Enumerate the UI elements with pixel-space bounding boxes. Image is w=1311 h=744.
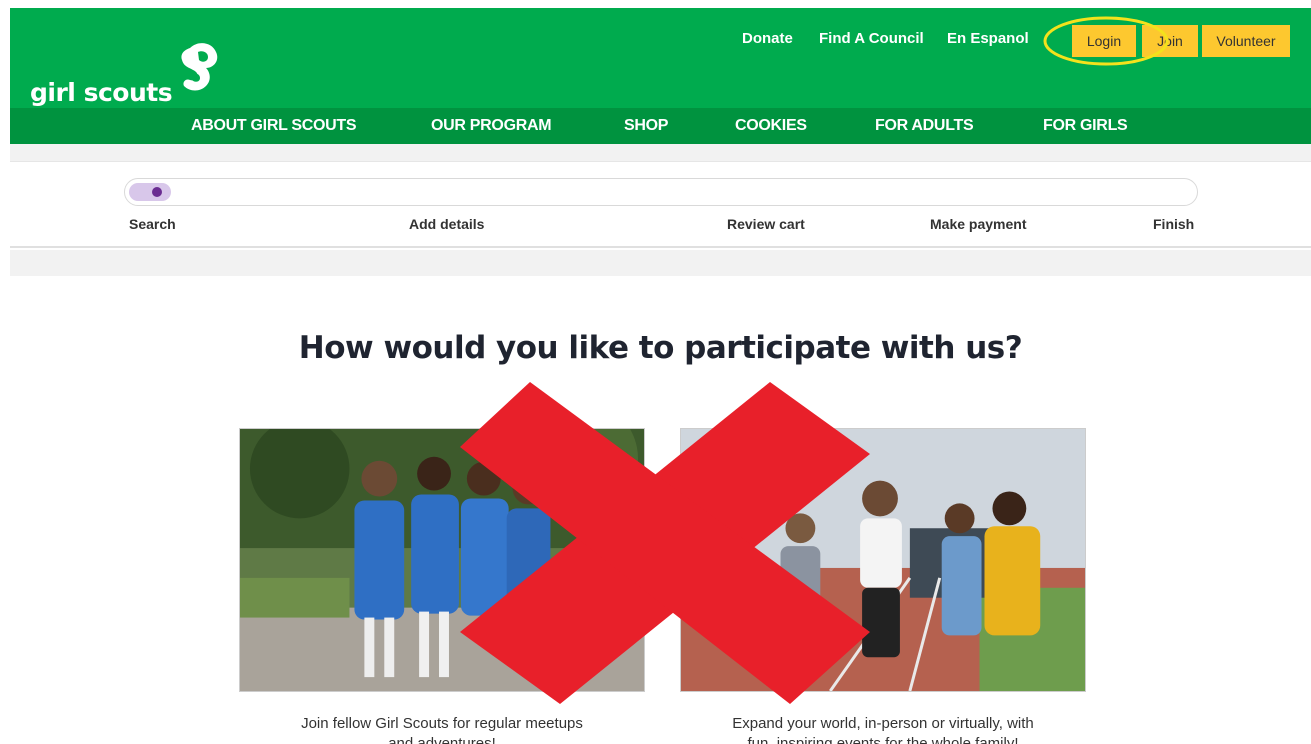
events-caption-line1: Expand your world, in-person or virtuall… bbox=[732, 715, 1034, 732]
events-option-image[interactable] bbox=[680, 428, 1086, 692]
trefoil-profile-icon bbox=[181, 43, 218, 91]
step-finish: Finish bbox=[1153, 216, 1195, 232]
step-search: Search bbox=[129, 216, 176, 232]
volunteer-button[interactable]: Volunteer bbox=[1202, 25, 1290, 57]
events-option-caption: Expand your world, in-person or virtuall… bbox=[673, 714, 1093, 744]
progress-bar bbox=[124, 178, 1198, 206]
site-header: girl scouts Donate Find A Council En Esp… bbox=[10, 8, 1311, 108]
logo-text: girl scouts bbox=[30, 78, 173, 107]
login-button[interactable]: Login bbox=[1072, 25, 1136, 57]
troop-option-image[interactable] bbox=[239, 428, 645, 692]
donate-link[interactable]: Donate bbox=[742, 30, 793, 47]
main-nav: ABOUT GIRL SCOUTS OUR PROGRAM SHOP COOKI… bbox=[10, 108, 1311, 144]
troop-caption-line1: Join fellow Girl Scouts for regular meet… bbox=[301, 715, 583, 732]
troop-option-caption: Join fellow Girl Scouts for regular meet… bbox=[232, 714, 652, 744]
en-espanol-link[interactable]: En Espanol bbox=[947, 30, 1029, 47]
find-council-link[interactable]: Find A Council bbox=[819, 30, 924, 47]
progress-fill bbox=[129, 183, 171, 201]
nav-about-girl-scouts[interactable]: ABOUT GIRL SCOUTS bbox=[191, 117, 357, 135]
divider-band bbox=[10, 144, 1311, 162]
nav-our-program[interactable]: OUR PROGRAM bbox=[431, 117, 552, 135]
checkout-progress: Search Add details Review cart Make paym… bbox=[10, 162, 1311, 248]
step-make-payment: Make payment bbox=[930, 216, 1027, 232]
left-margin bbox=[0, 0, 10, 744]
divider-band-lower bbox=[10, 250, 1311, 276]
events-caption-line2: fun, inspiring events for the whole fami… bbox=[747, 735, 1019, 744]
page-title: How would you like to participate with u… bbox=[298, 330, 1023, 366]
step-review-cart: Review cart bbox=[727, 216, 805, 232]
join-button[interactable]: Join bbox=[1142, 25, 1198, 57]
nav-cookies[interactable]: COOKIES bbox=[735, 117, 807, 135]
troop-caption-line2: and adventures! bbox=[388, 735, 496, 744]
nav-shop[interactable]: SHOP bbox=[624, 117, 668, 135]
nav-for-girls[interactable]: FOR GIRLS bbox=[1043, 117, 1128, 135]
nav-for-adults[interactable]: FOR ADULTS bbox=[875, 117, 974, 135]
step-add-details: Add details bbox=[409, 216, 485, 232]
progress-indicator-dot bbox=[152, 187, 162, 197]
girl-scouts-logo[interactable]: girl scouts bbox=[20, 22, 218, 107]
